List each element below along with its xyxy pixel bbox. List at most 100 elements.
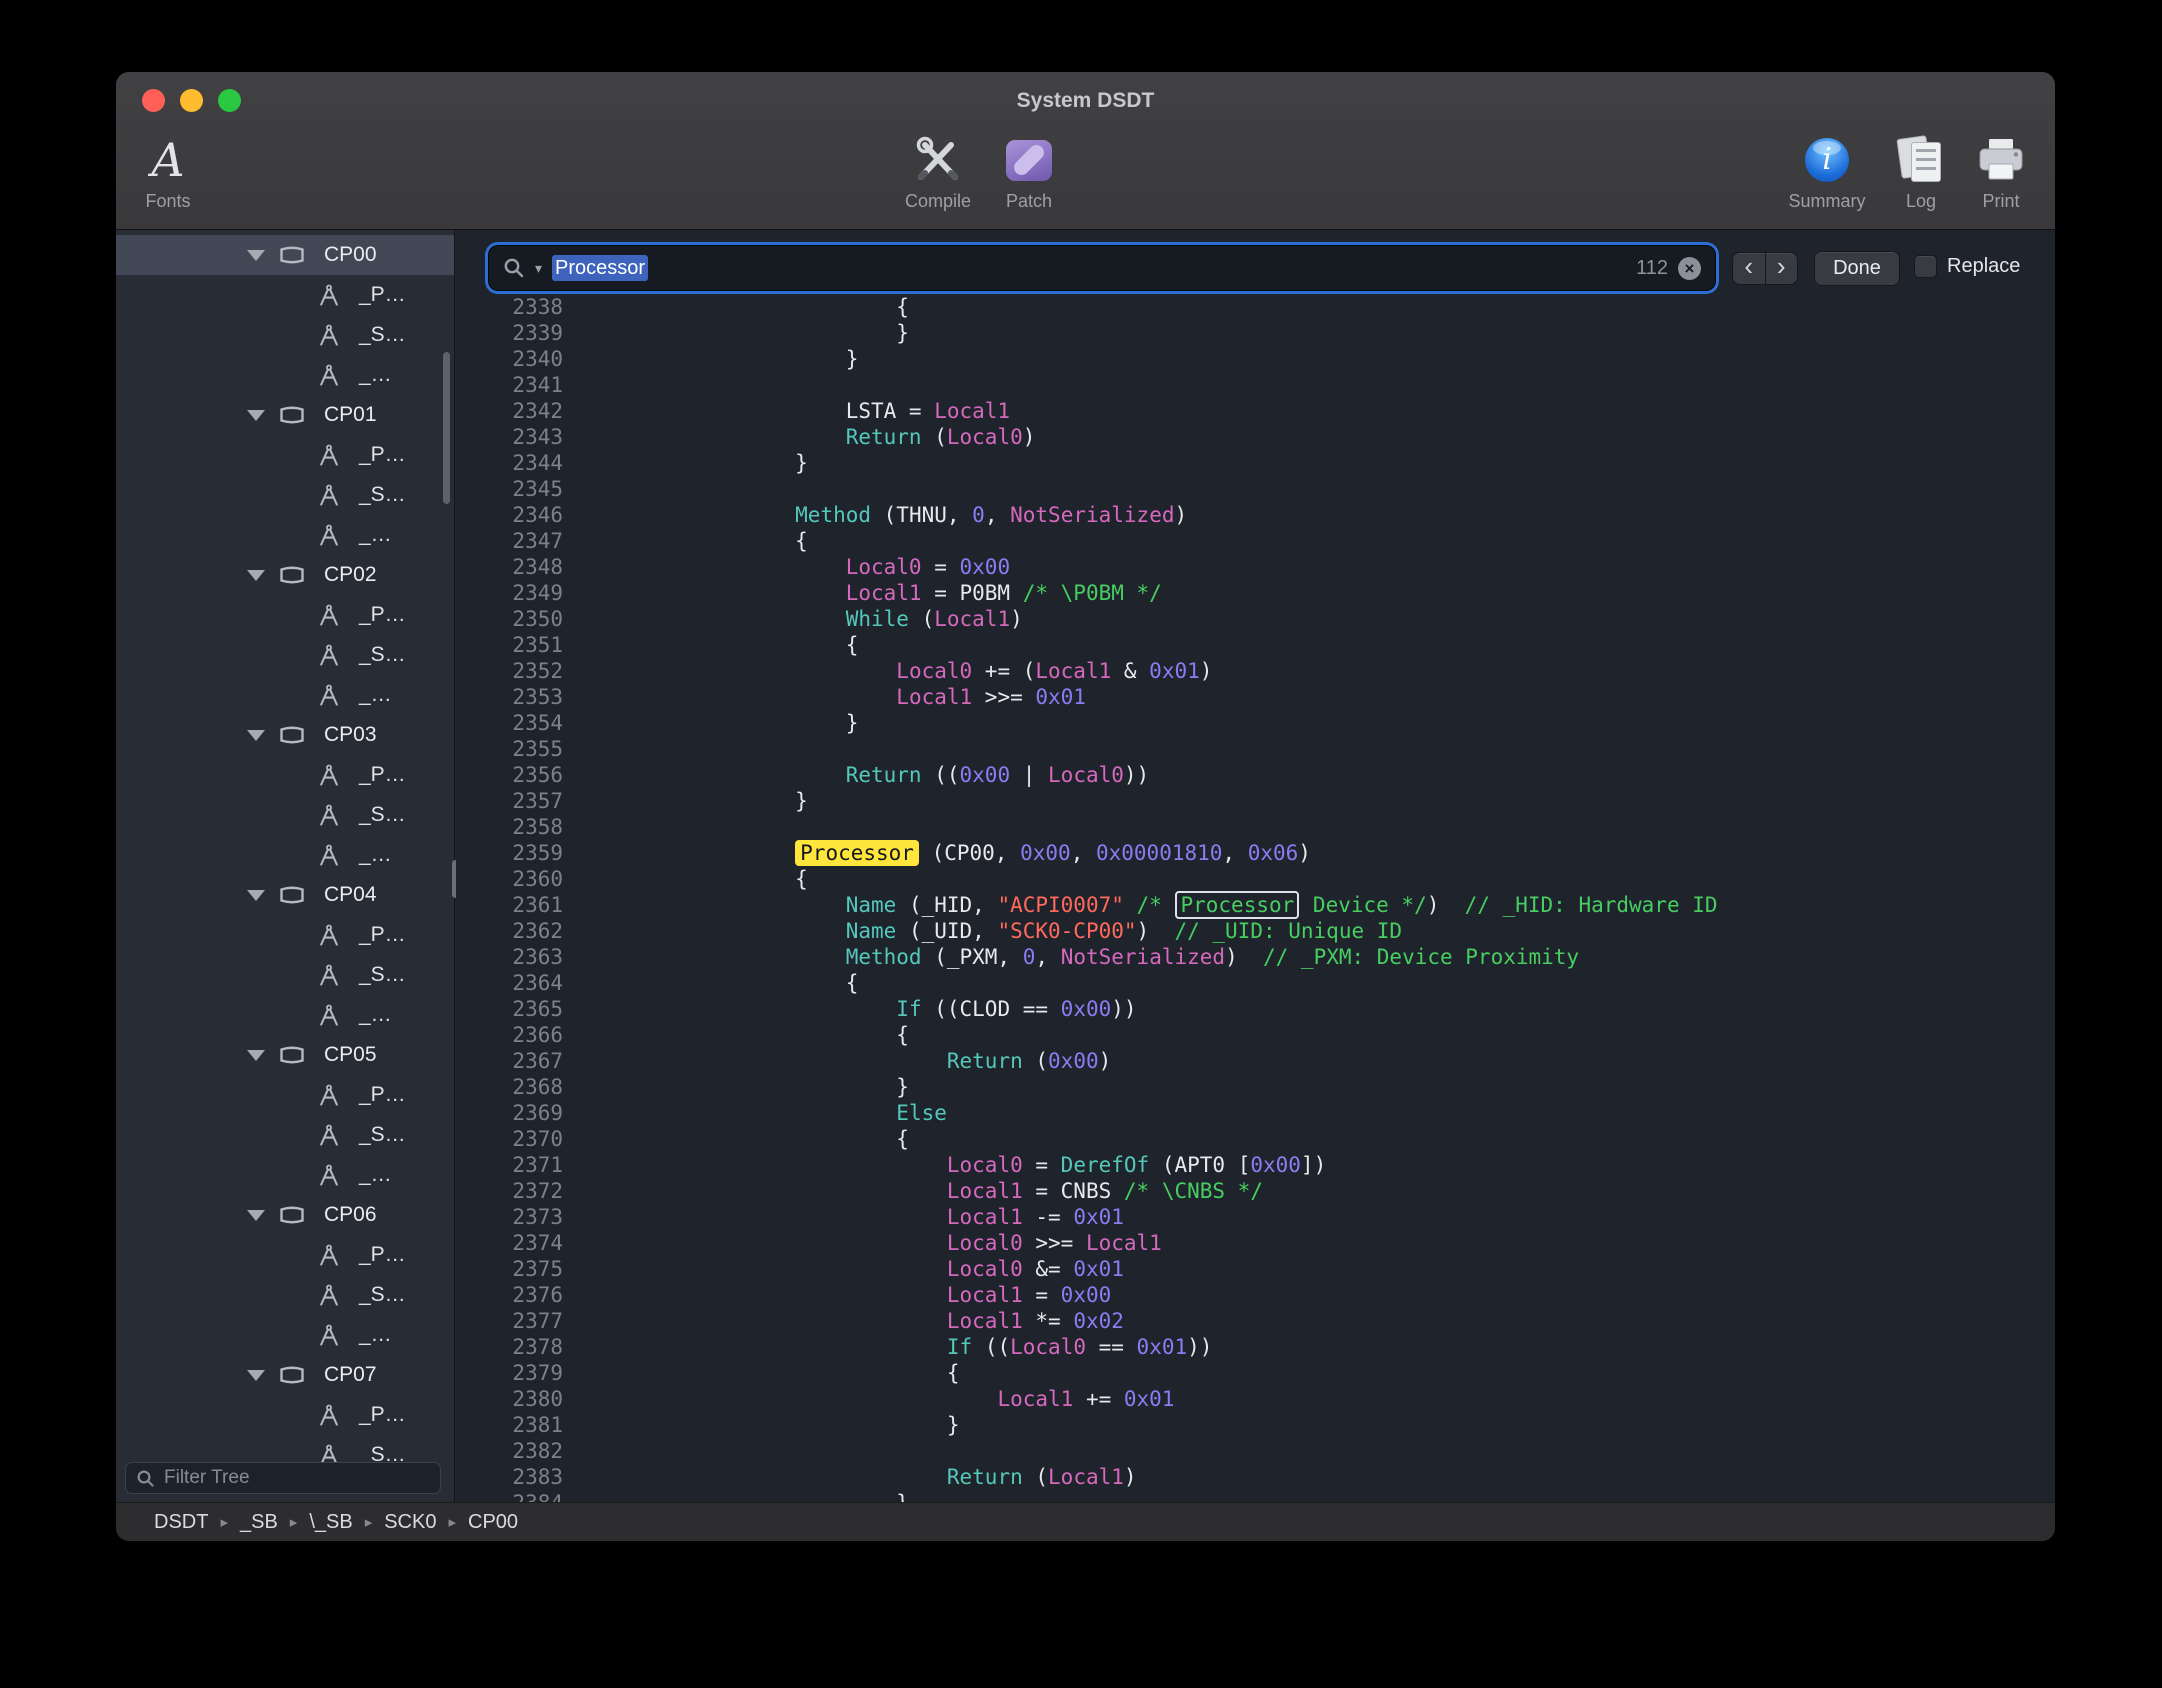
titlebar[interactable]: System DSDT: [116, 72, 2055, 130]
tree-item-child[interactable]: _S…: [116, 1435, 454, 1462]
code-line: 2338 {: [456, 294, 2055, 320]
toolbar-item-print[interactable]: Print: [1962, 132, 2040, 212]
tree-item-child[interactable]: _S…: [116, 635, 454, 675]
window-title: System DSDT: [116, 72, 2055, 130]
replace-checkbox[interactable]: [1914, 255, 1937, 278]
toolbar-item-fonts[interactable]: A Fonts: [125, 132, 211, 212]
tree-item-child[interactable]: _…: [116, 1315, 454, 1355]
scope-icon: [279, 245, 305, 265]
tree-item-label: _…: [359, 1163, 392, 1187]
tree-item-child[interactable]: _P…: [116, 755, 454, 795]
code-line: 2347 {: [456, 528, 2055, 554]
tree-item-child[interactable]: _P…: [116, 435, 454, 475]
search-options-chevron-icon[interactable]: ▾: [535, 260, 542, 277]
filter-tree-field[interactable]: Filter Tree: [125, 1462, 441, 1494]
tree-item-child[interactable]: _S…: [116, 475, 454, 515]
code-line: 2356 Return ((0x00 | Local0)): [456, 762, 2055, 788]
code-line: 2374 Local0 >>= Local1: [456, 1230, 2055, 1256]
toolbar-item-log[interactable]: Log: [1882, 132, 1960, 212]
tree-item-child[interactable]: _S…: [116, 1275, 454, 1315]
breadcrumb-separator-icon: ▸: [220, 1513, 228, 1531]
breadcrumb-item[interactable]: DSDT: [154, 1511, 208, 1534]
tree-item-child[interactable]: _…: [116, 1155, 454, 1195]
code-line: 2367 Return (0x00): [456, 1048, 2055, 1074]
tree-item-child[interactable]: _…: [116, 675, 454, 715]
tree-item-cp04[interactable]: CP04: [116, 875, 454, 915]
tree-item-cp03[interactable]: CP03: [116, 715, 454, 755]
disclosure-triangle-icon[interactable]: [247, 1050, 265, 1061]
code-text: Return (Local0): [694, 424, 1035, 450]
tree-item-child[interactable]: _S…: [116, 315, 454, 355]
code-line: 2340 }: [456, 346, 2055, 372]
tree-item-label: CP04: [324, 883, 377, 907]
search-icon[interactable]: [503, 257, 527, 280]
tree-item-cp02[interactable]: CP02: [116, 555, 454, 595]
clear-search-icon[interactable]: ×: [1678, 257, 1701, 280]
tree-item-label: CP05: [324, 1043, 377, 1067]
code-text: {: [694, 528, 808, 554]
search-query[interactable]: Processor: [552, 257, 648, 280]
disclosure-triangle-icon[interactable]: [247, 410, 265, 421]
tree-item-child[interactable]: _S…: [116, 1115, 454, 1155]
breadcrumb-item[interactable]: _SB: [240, 1511, 278, 1534]
line-number: 2381: [456, 1412, 563, 1438]
tree-item-label: _…: [359, 1323, 392, 1347]
disclosure-triangle-icon[interactable]: [247, 890, 265, 901]
method-icon: [317, 804, 341, 826]
tree-item-child[interactable]: _P…: [116, 1075, 454, 1115]
disclosure-triangle-icon[interactable]: [247, 570, 265, 581]
code-line: 2353 Local1 >>= 0x01: [456, 684, 2055, 710]
breadcrumb-item[interactable]: CP00: [468, 1511, 518, 1534]
code-text: Method (_PXM, 0, NotSerialized) // _PXM:…: [694, 944, 1579, 970]
toolbar-item-compile[interactable]: Compile: [895, 132, 981, 212]
tree-item-label: _S…: [359, 643, 406, 667]
tree-item-child[interactable]: _…: [116, 355, 454, 395]
tree-item-child[interactable]: _P…: [116, 915, 454, 955]
tree-item-child[interactable]: _P…: [116, 1395, 454, 1435]
tree-item-cp06[interactable]: CP06: [116, 1195, 454, 1235]
code-line: 2359 Processor (CP00, 0x00, 0x00001810, …: [456, 840, 2055, 866]
code-text: }: [694, 450, 808, 476]
tree-item-child[interactable]: _…: [116, 835, 454, 875]
done-button[interactable]: Done: [1814, 251, 1900, 286]
tree-item-child[interactable]: _S…: [116, 955, 454, 995]
tree-item-child[interactable]: _…: [116, 515, 454, 555]
toolbar-item-label: Patch: [1006, 191, 1052, 212]
sidebar-scrollbar[interactable]: [443, 352, 450, 504]
tree-item-child[interactable]: _…: [116, 995, 454, 1035]
find-next-button[interactable]: ›: [1765, 253, 1798, 284]
find-previous-button[interactable]: ‹: [1733, 253, 1765, 284]
tree-item-child[interactable]: _P…: [116, 275, 454, 315]
breadcrumb-item[interactable]: SCK0: [384, 1511, 436, 1534]
tree-item-child[interactable]: _P…: [116, 1235, 454, 1275]
tree-item-cp01[interactable]: CP01: [116, 395, 454, 435]
sidebar-tree[interactable]: CP00_P…_S…_…CP01_P…_S…_…CP02_P…_S…_…CP03…: [116, 235, 454, 1462]
maciasl-window: System DSDT A Fonts: [116, 72, 2055, 1541]
disclosure-triangle-icon[interactable]: [247, 1210, 265, 1221]
disclosure-triangle-icon[interactable]: [247, 1370, 265, 1381]
code-text: {: [694, 1126, 909, 1152]
scope-icon: [279, 1205, 305, 1225]
toolbar-item-summary[interactable]: i Summary: [1784, 132, 1870, 212]
tree-item-cp05[interactable]: CP05: [116, 1035, 454, 1075]
tree-item-child[interactable]: _P…: [116, 595, 454, 635]
info-icon: i: [1805, 138, 1849, 182]
toolbar-item-patch[interactable]: Patch: [986, 132, 1072, 212]
breadcrumb-item[interactable]: \_SB: [309, 1511, 352, 1534]
disclosure-triangle-icon[interactable]: [247, 250, 265, 261]
method-icon: [317, 1404, 341, 1426]
line-number: 2367: [456, 1048, 563, 1074]
code-text: While (Local1): [694, 606, 1023, 632]
method-icon: [317, 764, 341, 786]
window-chrome: System DSDT A Fonts: [116, 72, 2055, 230]
line-number: 2354: [456, 710, 563, 736]
code-line: 2348 Local0 = 0x00: [456, 554, 2055, 580]
disclosure-triangle-icon[interactable]: [247, 730, 265, 741]
tree-item-cp07[interactable]: CP07: [116, 1355, 454, 1395]
line-number: 2364: [456, 970, 563, 996]
tree-item-cp00[interactable]: CP00: [116, 235, 454, 275]
tree-item-child[interactable]: _S…: [116, 795, 454, 835]
code-editor[interactable]: 2338 {2339 }2340 }23412342 LSTA = Local1…: [456, 230, 2055, 1502]
find-search-field[interactable]: ▾ Processor 112 ×: [489, 246, 1715, 290]
method-icon: [317, 604, 341, 626]
